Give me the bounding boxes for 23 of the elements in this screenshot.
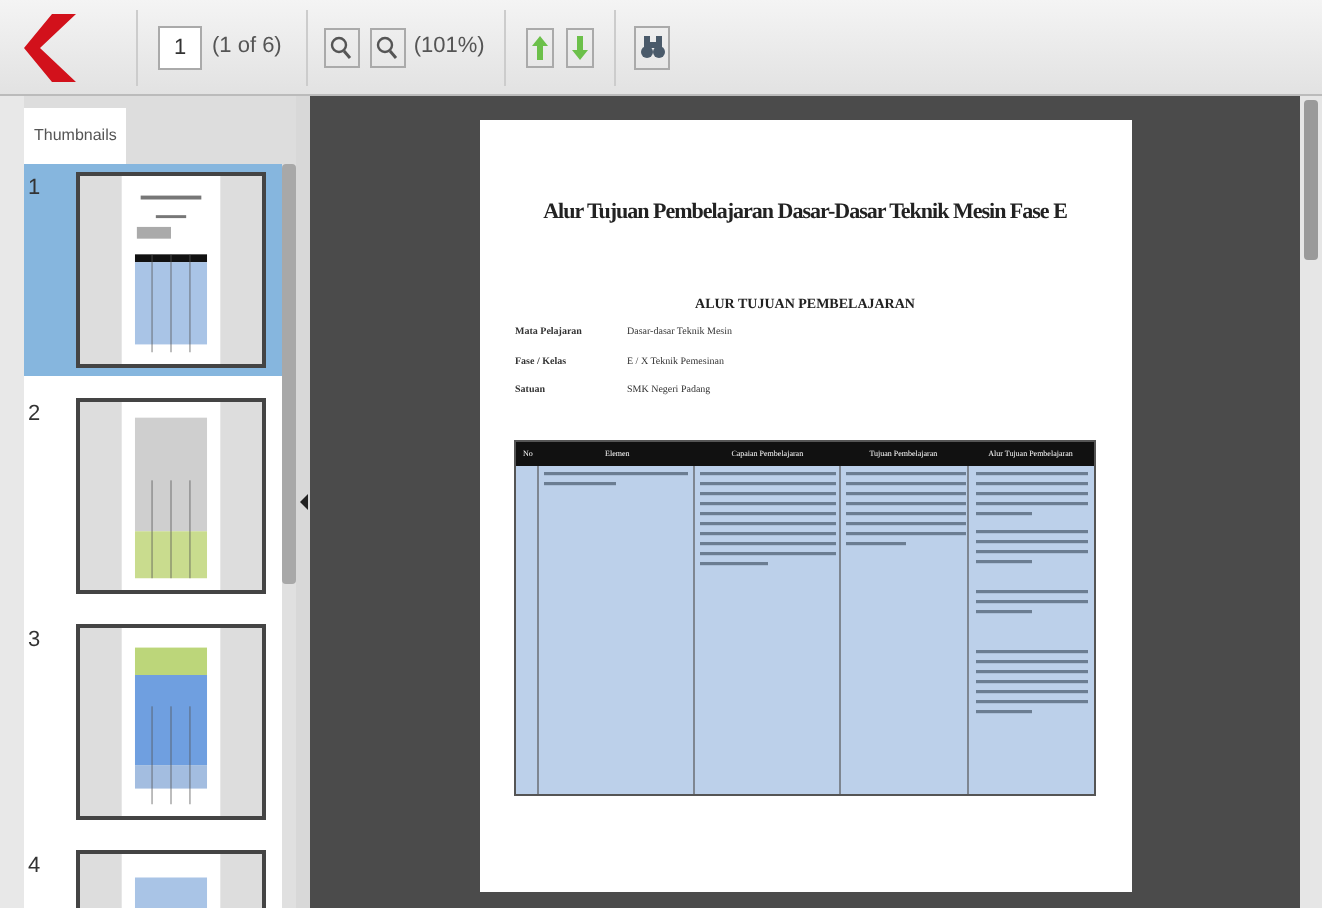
magnifier-icon <box>376 35 399 59</box>
binoculars-icon <box>639 34 666 60</box>
collapse-arrow-icon[interactable] <box>299 494 307 510</box>
thumbnail-item[interactable]: 1 <box>24 164 282 376</box>
page-number-field[interactable]: 1 <box>158 25 202 69</box>
zoom-in-button[interactable] <box>369 27 406 67</box>
arrow-down-icon <box>572 35 589 59</box>
page-thumbnail[interactable] <box>76 624 266 820</box>
page-count: (1 of 6) <box>212 32 282 63</box>
page-thumbnail[interactable] <box>76 172 266 368</box>
chevron-left-icon <box>20 9 80 85</box>
page-thumbnail[interactable] <box>76 398 266 594</box>
zoom-out-button[interactable] <box>323 27 360 67</box>
find-button[interactable] <box>634 25 671 69</box>
magnifier-icon <box>330 35 353 59</box>
zoom-level: (101%) <box>413 32 485 63</box>
arrow-up-icon <box>532 35 549 59</box>
document-title: Alur Tujuan Pembelajaran Dasar-Dasar Teknik Mesin Fase E <box>543 198 1067 228</box>
thumbnail-number: 1 <box>28 174 43 204</box>
thumbnail-number: 3 <box>28 626 43 656</box>
thumbnail-number: 2 <box>28 400 43 430</box>
thumbnail-number: 4 <box>28 852 43 882</box>
sidebar-tab[interactable]: Thumbnails <box>24 108 127 164</box>
